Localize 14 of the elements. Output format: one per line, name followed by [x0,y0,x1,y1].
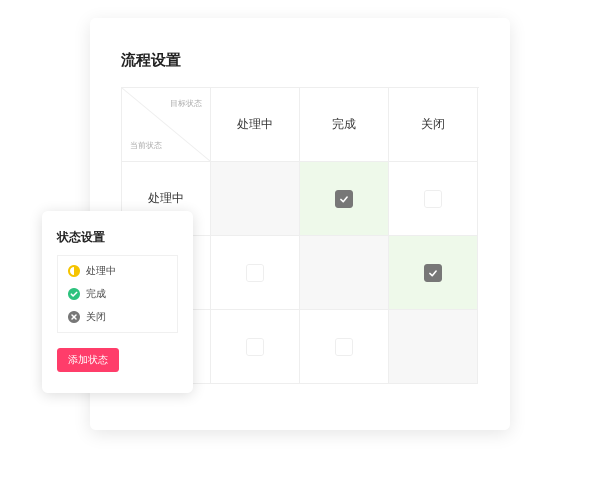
status-label: 完成 [86,288,106,301]
checkbox[interactable] [335,190,353,208]
close-circle-icon [68,311,80,323]
status-label: 关闭 [86,310,106,324]
card-title: 流程设置 [121,50,182,70]
status-label: 处理中 [86,264,116,278]
checkbox[interactable] [424,264,442,282]
check-circle-icon [68,288,80,300]
add-status-button[interactable]: 添加状态 [57,348,119,372]
half-circle-icon [68,265,80,277]
current-state-label: 当前状态 [130,140,162,151]
panel-title: 状态设置 [57,229,106,246]
column-header: 关闭 [389,88,478,162]
target-state-label: 目标状态 [170,98,202,109]
